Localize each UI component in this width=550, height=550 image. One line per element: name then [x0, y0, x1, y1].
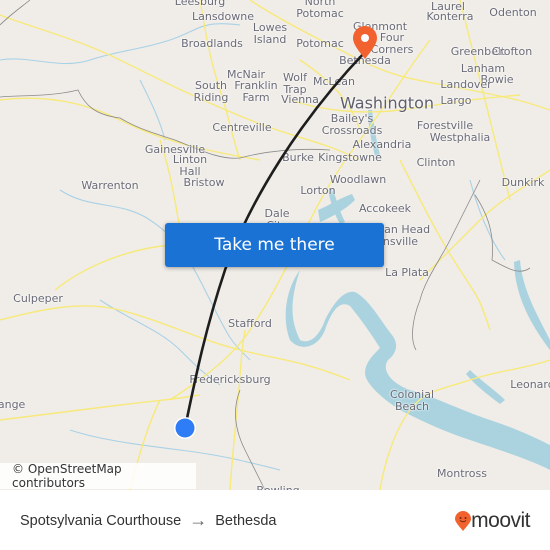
place-label: Bethesda [339, 54, 391, 67]
place-label: Crofton [491, 45, 533, 58]
place-label: Centreville [212, 121, 272, 134]
destination-name: Bethesda [215, 512, 277, 529]
place-label: Bailey's Crossroads [321, 112, 383, 137]
place-label: Vienna [281, 93, 319, 106]
place-label: Konterra [426, 10, 474, 23]
footer-bar: Spotsylvania Courthouse → Bethesda moovi… [0, 490, 550, 550]
place-label: Lansdowne [191, 10, 255, 23]
moovit-wordmark: moovit [471, 509, 530, 532]
attribution-text: © OpenStreetMap contributors [12, 462, 122, 490]
map-canvas[interactable]: Leesburg Lansdowne Lowes Island Broadlands N… [0, 0, 550, 490]
place-label: Kingstowne [318, 151, 382, 164]
place-label: South Riding [193, 79, 229, 104]
place-label: McLean [313, 75, 355, 88]
route-title: Spotsylvania Courthouse → Bethesda [20, 510, 277, 531]
place-label: Leesburg [174, 0, 226, 8]
place-label: Culpeper [13, 292, 63, 305]
place-label: Colonial Beach [389, 388, 435, 413]
place-label: Four Corners [370, 31, 414, 56]
place-label: Lowes Island [252, 21, 288, 46]
place-label: Largo [440, 94, 472, 107]
place-label: Leonardtown [510, 378, 550, 391]
place-label: Montross [437, 467, 487, 480]
place-label: Franklin Farm [234, 79, 278, 104]
take-me-there-button[interactable]: Take me there [165, 223, 384, 267]
place-label: Odenton [489, 6, 537, 19]
arrow-right-icon: → [189, 510, 208, 530]
origin-name: Spotsylvania Courthouse [20, 512, 182, 529]
place-label: Bristow [183, 176, 225, 189]
place-label: Lorton [300, 184, 336, 197]
place-label: Woodlawn [329, 173, 387, 186]
place-label-washington: Washington [339, 93, 435, 113]
place-label: Warrenton [81, 179, 139, 192]
place-label: Burke [282, 151, 314, 164]
place-label: Potomac [296, 37, 344, 50]
map-attribution[interactable]: © OpenStreetMap contributors [0, 462, 196, 490]
place-label: North Potomac [296, 0, 344, 20]
place-label: Clinton [416, 156, 456, 169]
moovit-pin-icon [455, 511, 472, 531]
place-label: Accokeek [358, 202, 412, 215]
place-label: Broadlands [181, 37, 243, 50]
moovit-logo[interactable]: moovit [455, 509, 530, 533]
place-label: Fredericksburg [189, 373, 271, 386]
place-label: Alexandria [352, 138, 412, 151]
place-label: Orange [0, 398, 26, 411]
place-label: Linton Hall [172, 153, 208, 178]
place-label: La Plata [385, 266, 429, 279]
place-label: Landover [440, 78, 492, 91]
place-label: Dunkirk [501, 176, 545, 189]
place-label: Westphalia [429, 131, 491, 144]
place-label: Stafford [228, 317, 272, 330]
